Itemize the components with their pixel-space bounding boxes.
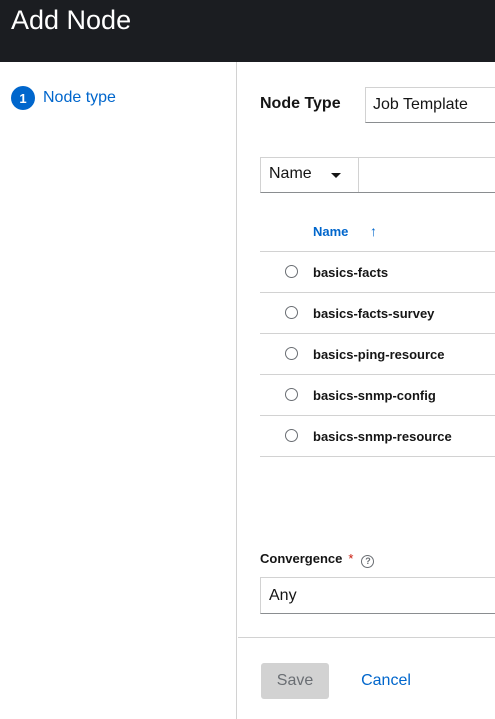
table-row: basics-facts-survey	[260, 293, 495, 334]
row-name: basics-ping-resource	[313, 347, 445, 362]
wizard-body: Node Type Job Template Name Name ↑ basic…	[238, 62, 495, 637]
node-type-label: Node Type	[260, 95, 341, 112]
save-button[interactable]: Save	[261, 663, 329, 699]
table-header: Name ↑	[260, 210, 495, 252]
row-name: basics-snmp-config	[313, 388, 436, 403]
filter-search-input[interactable]	[360, 158, 495, 192]
sort-ascending-icon[interactable]: ↑	[370, 223, 377, 239]
step-number: 1	[11, 86, 35, 110]
templates-table: Name ↑ basics-facts basics-facts-survey …	[260, 210, 495, 457]
row-name: basics-facts	[313, 265, 389, 280]
filter-field-select[interactable]: Name	[261, 158, 359, 192]
row-radio[interactable]	[285, 388, 298, 401]
row-name: basics-facts-survey	[313, 306, 435, 321]
modal-header: Add Node	[0, 0, 495, 62]
table-row: basics-ping-resource	[260, 334, 495, 375]
row-radio[interactable]	[285, 347, 298, 360]
wizard-step-node-type[interactable]: 1 Node type	[11, 86, 116, 110]
wizard-nav: 1 Node type	[0, 62, 237, 719]
modal-title: Add Node	[11, 5, 132, 35]
wizard-footer: Save Cancel	[238, 637, 495, 719]
row-radio[interactable]	[285, 306, 298, 319]
row-name: basics-snmp-resource	[313, 429, 452, 444]
row-radio[interactable]	[285, 265, 298, 278]
required-marker: *	[348, 551, 354, 566]
step-label: Node type	[43, 89, 116, 106]
help-icon[interactable]: ?	[361, 555, 375, 568]
column-header-name[interactable]: Name	[313, 224, 348, 239]
caret-down-icon	[331, 173, 341, 178]
table-row: basics-facts	[260, 252, 495, 293]
convergence-select[interactable]: Any	[260, 577, 495, 614]
convergence-label: Convergence	[260, 551, 343, 566]
convergence-label-row: Convergence *?	[260, 551, 375, 568]
table-row: basics-snmp-config	[260, 375, 495, 416]
filter-field-label: Name	[269, 165, 312, 182]
filter-toolbar: Name	[260, 157, 495, 193]
node-type-select[interactable]: Job Template	[365, 87, 495, 123]
cancel-button[interactable]: Cancel	[350, 663, 422, 699]
row-radio[interactable]	[285, 429, 298, 442]
table-row: basics-snmp-resource	[260, 416, 495, 457]
